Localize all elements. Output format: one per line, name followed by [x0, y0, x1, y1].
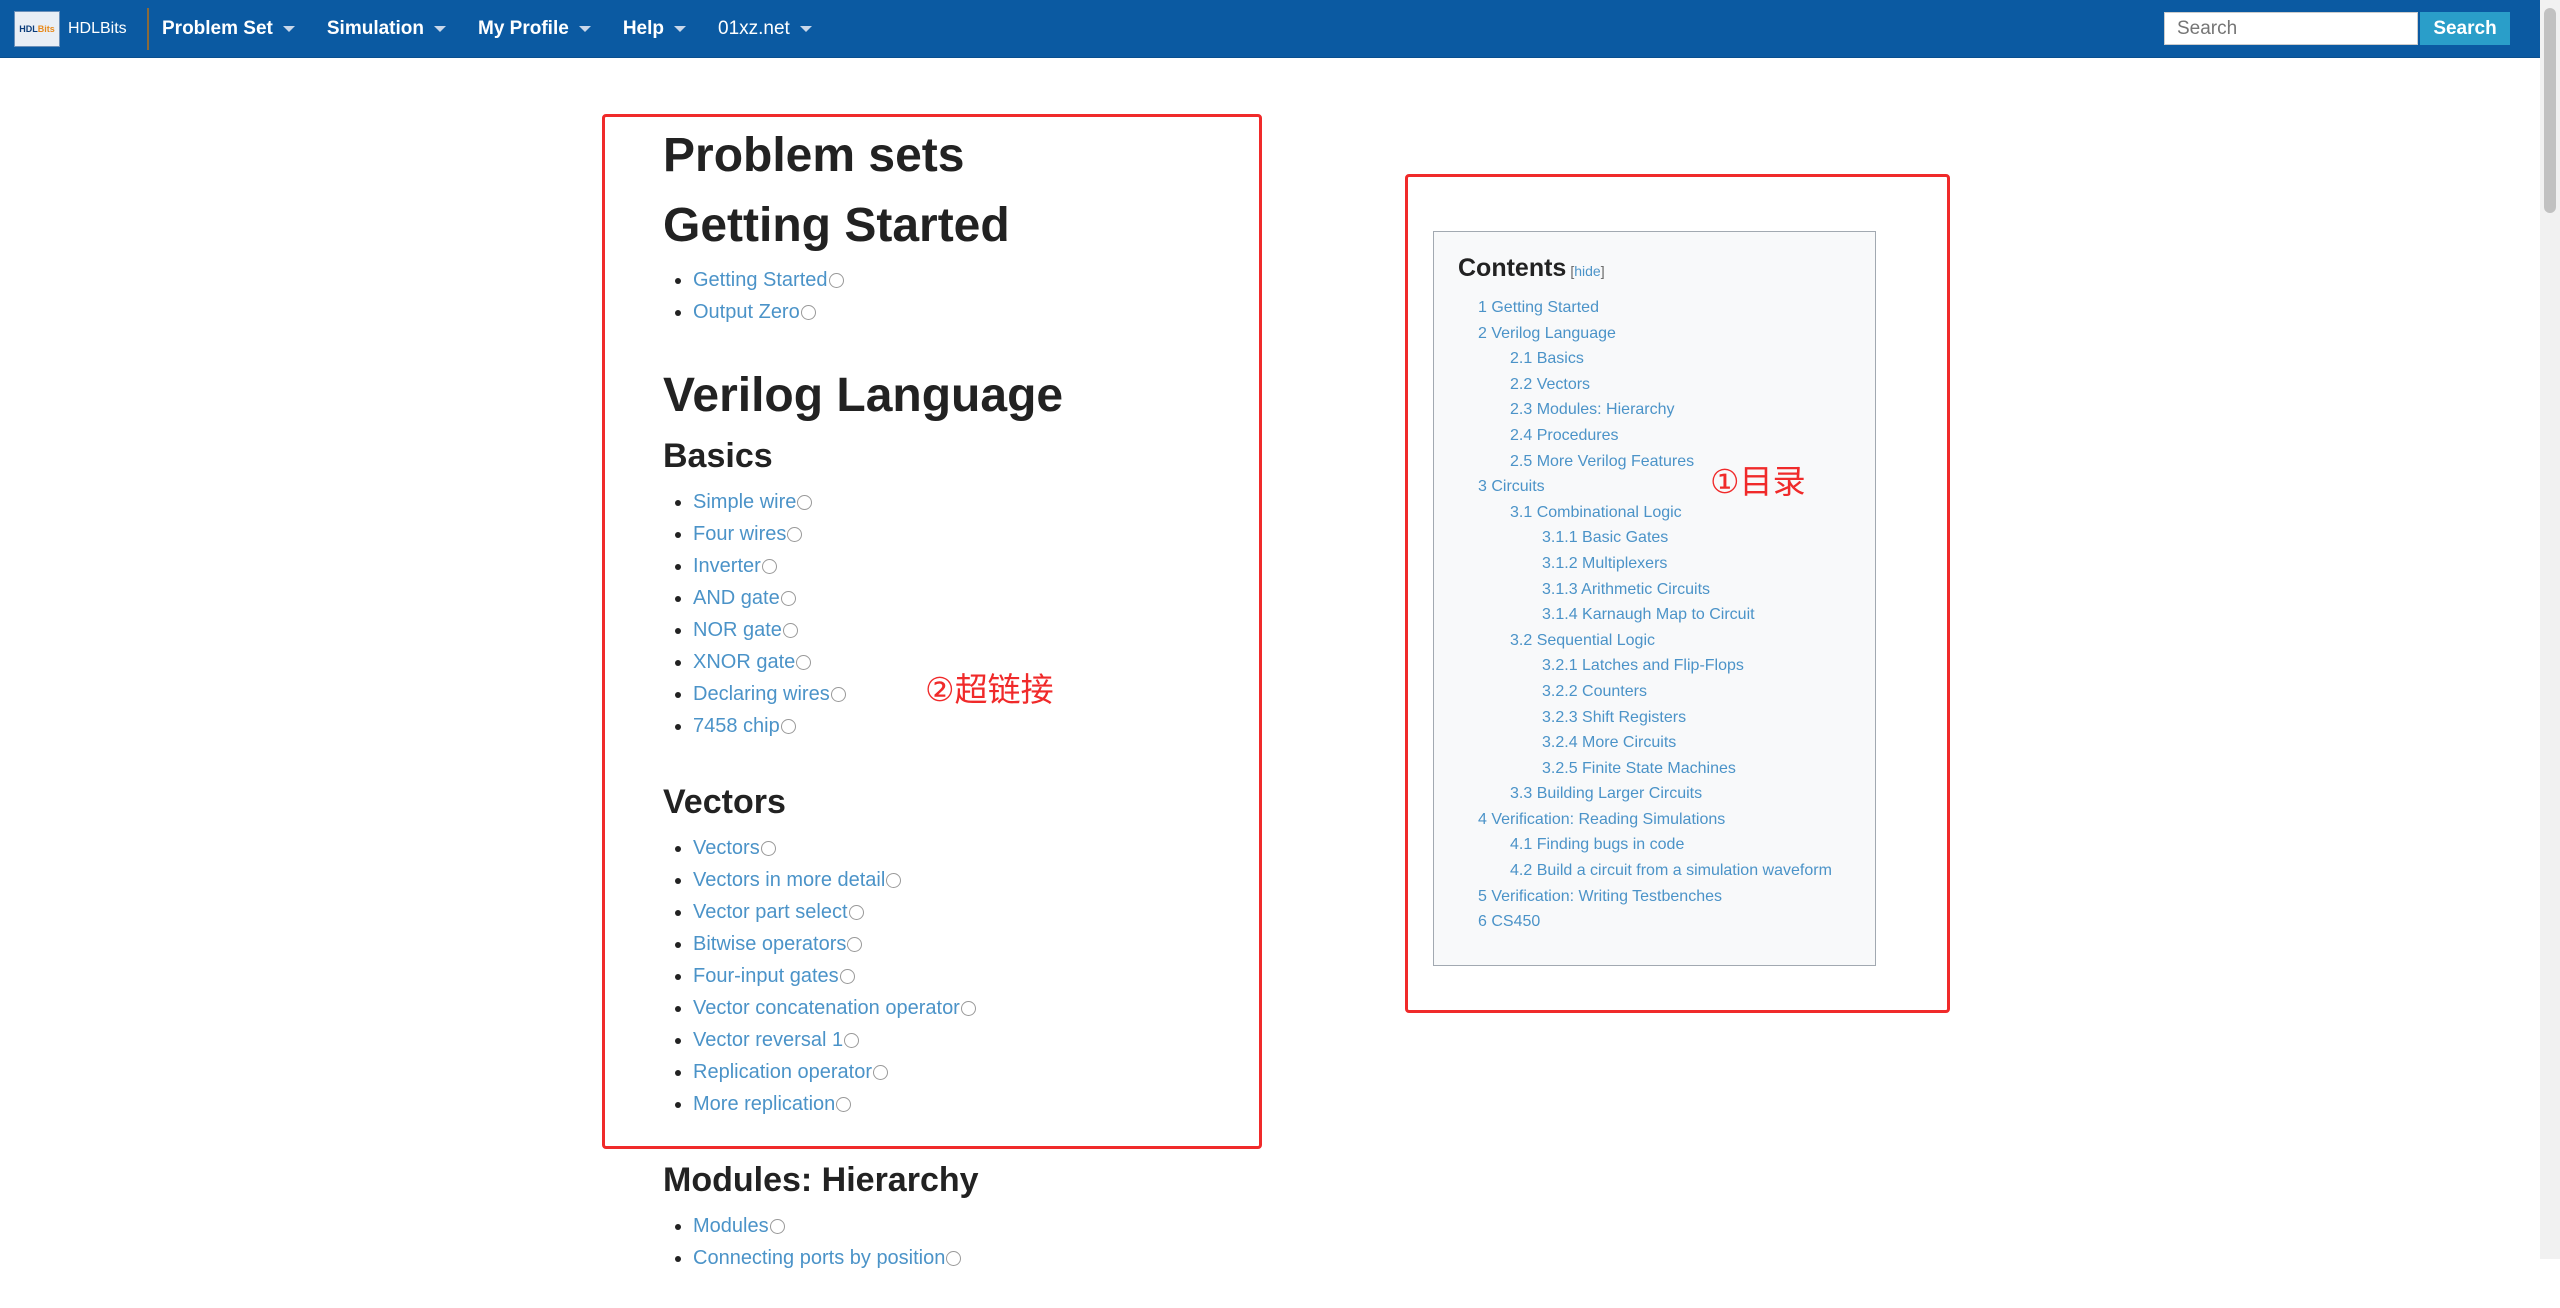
search-input[interactable] [2164, 12, 2418, 45]
caret-down-icon [799, 25, 812, 32]
menu-simulation[interactable]: Simulation [327, 0, 466, 57]
annotation-label-links: ②超链接 [925, 670, 1054, 709]
caret-down-icon [578, 25, 591, 32]
problem-list-modules: Modules Connecting ports by position [663, 1210, 1363, 1274]
list-item: Modules [693, 1210, 1363, 1242]
menu-problem-set[interactable]: Problem Set [162, 0, 315, 57]
menu-01xz-net[interactable]: 01xz.net [718, 0, 832, 57]
problem-link[interactable]: Modules [693, 1215, 769, 1237]
main-menu: Problem Set Simulation My Profile Help 0… [162, 0, 844, 57]
menu-help[interactable]: Help [623, 0, 706, 57]
menu-label: My Profile [478, 17, 569, 39]
page-scrollbar[interactable] [2540, 0, 2560, 1259]
caret-down-icon [282, 25, 295, 32]
caret-down-icon [674, 25, 686, 32]
brand-name: HDLBits [68, 20, 127, 37]
menu-label: Help [622, 17, 664, 39]
subsection-heading-modules-hierarchy: Modules: Hierarchy [663, 1161, 979, 1199]
problem-link[interactable]: Connecting ports by position [693, 1247, 945, 1269]
scrollbar-thumb[interactable] [2544, 8, 2556, 213]
search-button[interactable]: Search [2420, 12, 2510, 45]
menu-label: 01xz.net [718, 17, 790, 39]
hdlbits-logo: HDL Bits [14, 11, 60, 47]
annotation-label-toc: ①目录 [1710, 462, 1806, 501]
top-navbar: HDL Bits HDLBits Problem Set Simulation M… [0, 0, 2540, 58]
menu-label: Simulation [326, 17, 424, 39]
logo-text-hdl: HDL [19, 24, 38, 34]
caret-down-icon [434, 25, 446, 32]
annotation-box-toc [1405, 174, 1950, 1013]
list-item: Connecting ports by position [693, 1242, 1363, 1274]
menu-label: Problem Set [162, 17, 273, 39]
brand-link[interactable]: HDL Bits HDLBits [14, 8, 149, 50]
status-circle-icon [769, 1219, 785, 1235]
logo-text-bits: Bits [37, 24, 55, 34]
annotation-box-links [602, 114, 1262, 1149]
menu-my-profile[interactable]: My Profile [478, 0, 611, 57]
